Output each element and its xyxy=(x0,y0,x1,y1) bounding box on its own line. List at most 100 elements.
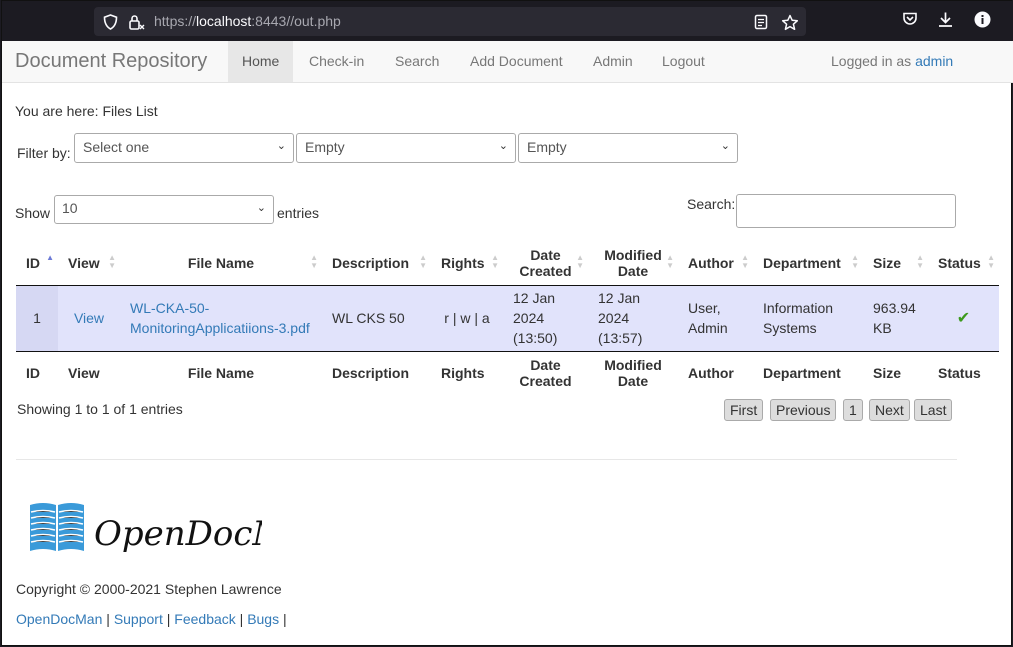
sort-icon: ▲ ▼ xyxy=(419,253,427,270)
cell-size: 963.94 KB xyxy=(873,300,916,336)
cell-description: WL CKS 50 xyxy=(332,310,405,326)
cell-view-link: View xyxy=(58,285,120,351)
entries-per-page-value: 10 xyxy=(62,200,78,216)
sort-icon: ▲ ▼ xyxy=(491,253,499,270)
copyright-text: Copyright © 2000-2021 Stephen Lawrence xyxy=(16,581,282,597)
menu-info-icon[interactable] xyxy=(974,11,991,28)
col-header-view[interactable]: View ▲ ▼ xyxy=(58,241,120,286)
cell-author: User, Admin xyxy=(688,300,728,336)
cell-rights: r | w | a xyxy=(444,310,490,326)
bookmark-star-icon[interactable] xyxy=(781,14,799,31)
chevron-down-icon: ⌄ xyxy=(276,140,286,152)
pagination-last-button[interactable]: Last xyxy=(914,399,953,421)
footer-author: Author xyxy=(678,350,753,395)
cell-status: ✔ xyxy=(928,285,999,351)
book-logo-icon: OpenDocMan xyxy=(30,503,329,554)
svg-text:OpenDocMan: OpenDocMan xyxy=(94,514,262,554)
sort-icon: ▲ ▼ xyxy=(741,253,749,270)
breadcrumb: You are here: Files List xyxy=(15,103,158,119)
col-header-modified-date[interactable]: Modified Date ▲ ▼ xyxy=(588,241,678,286)
cell-file-name: WL-CKA-50- MonitoringApplicatiions-3.pdf xyxy=(120,285,322,351)
nav-check-in[interactable]: Check-in xyxy=(309,41,364,82)
pagination-first-button[interactable]: First xyxy=(724,399,764,421)
download-icon[interactable] xyxy=(937,11,954,28)
col-header-file-name[interactable]: File Name ▲ ▼ xyxy=(120,241,322,286)
footer-description: Description xyxy=(322,350,431,395)
table-row: 1 View WL-CKA-50- MonitoringApplicatiions… xyxy=(16,285,999,351)
file-name-link[interactable]: WL-CKA-50- MonitoringApplicatiions-3.pdf xyxy=(130,300,310,336)
filter-select-value-2[interactable]: Empty ⌄ xyxy=(518,133,738,163)
table-info: Showing 1 to 1 of 1 entries xyxy=(17,401,183,417)
nav-add-document[interactable]: Add Document xyxy=(470,41,563,82)
footer-links: OpenDocMan | Support | Feedback | Bugs | xyxy=(16,611,287,627)
main-navbar: Document Repository Home Check-in Search… xyxy=(2,41,1013,83)
nav-home[interactable]: Home xyxy=(228,41,294,82)
pagination-previous-button[interactable]: Previous xyxy=(770,399,837,421)
footer-size: Size xyxy=(863,350,928,395)
footer-rights: Rights xyxy=(431,350,503,395)
col-header-rights[interactable]: Rights ▲ ▼ xyxy=(431,241,503,286)
footer-date-created: Date Created xyxy=(503,350,588,395)
cell-department: Information Systems xyxy=(763,300,834,336)
lock-icon[interactable] xyxy=(128,14,145,31)
cell-id: 1 xyxy=(16,285,58,351)
footer-modified-date: Modified Date xyxy=(588,350,678,395)
table-header-row: ID ▲ View ▲ ▼ File Name ▲ ▼ Description ▲ ▼ Rig… xyxy=(16,241,999,286)
col-header-author[interactable]: Author ▲ ▼ xyxy=(678,241,753,286)
sort-icon: ▲ ▼ xyxy=(576,253,584,270)
search-label: Search: xyxy=(687,196,736,212)
opendocman-logo: OpenDocMan xyxy=(30,501,329,566)
footer-view: View xyxy=(58,350,120,395)
filter-label: Filter by: xyxy=(17,145,71,161)
filter-select-value: Empty xyxy=(305,139,345,155)
chevron-down-icon: ⌄ xyxy=(720,140,730,152)
show-label: Show xyxy=(15,205,51,221)
entries-per-page-select[interactable]: 10 ⌄ xyxy=(54,195,274,224)
table-footer-row: ID View File Name Description Rights Dat… xyxy=(16,350,999,395)
chevron-down-icon: ⌄ xyxy=(498,140,508,152)
address-bar[interactable]: https://localhost:8443//out.php xyxy=(94,7,806,36)
logged-in-status: Logged in as admin xyxy=(831,41,953,82)
footer-link-feedback[interactable]: Feedback xyxy=(174,611,235,627)
col-header-description[interactable]: Description ▲ ▼ xyxy=(322,241,431,286)
entries-label: entries xyxy=(277,205,320,221)
col-header-size[interactable]: Size ▲ ▼ xyxy=(863,241,928,286)
footer-id: ID xyxy=(16,350,58,395)
filter-select-value-1[interactable]: Empty ⌄ xyxy=(296,133,516,163)
table-search-input[interactable] xyxy=(736,194,956,228)
footer-status: Status xyxy=(928,350,999,395)
sort-icon: ▲ ▼ xyxy=(310,253,318,270)
col-header-id[interactable]: ID ▲ xyxy=(16,241,58,286)
filter-select-value: Select one xyxy=(83,139,150,155)
nav-search[interactable]: Search xyxy=(395,41,439,82)
cell-modified-date: 12 Jan 2024 (13:57) xyxy=(598,290,643,346)
sort-icon: ▲ ▼ xyxy=(108,253,116,270)
col-header-status[interactable]: Status ▲ ▼ xyxy=(928,241,999,286)
col-header-date-created[interactable]: Date Created ▲ ▼ xyxy=(503,241,588,286)
pagination-next-button[interactable]: Next xyxy=(869,399,910,421)
footer-link-opendocman[interactable]: OpenDocMan xyxy=(16,611,102,627)
nav-admin[interactable]: Admin xyxy=(593,41,633,82)
sort-icon: ▲ ▼ xyxy=(851,253,859,270)
files-table: ID ▲ View ▲ ▼ File Name ▲ ▼ Description ▲ ▼ Rig… xyxy=(16,241,999,395)
footer-link-bugs[interactable]: Bugs xyxy=(247,611,279,627)
pagination-page-1-button[interactable]: 1 xyxy=(843,399,863,421)
cell-date-created: 12 Jan 2024 (13:50) xyxy=(513,290,558,346)
footer-department: Department xyxy=(753,350,863,395)
page-frame: https://localhost:8443//out.php Document… xyxy=(1,0,1013,646)
nav-logout[interactable]: Logout xyxy=(662,41,705,82)
shield-icon[interactable] xyxy=(103,14,118,30)
col-header-department[interactable]: Department ▲ ▼ xyxy=(753,241,863,286)
logged-in-user-link[interactable]: admin xyxy=(915,53,953,69)
reader-view-icon[interactable] xyxy=(754,14,768,30)
pocket-icon[interactable] xyxy=(902,11,918,27)
brand-title[interactable]: Document Repository xyxy=(15,50,207,73)
chevron-down-icon: ⌄ xyxy=(256,202,266,214)
view-link[interactable]: View xyxy=(74,310,104,326)
sort-icon: ▲ ▼ xyxy=(666,253,674,270)
url-text[interactable]: https://localhost:8443//out.php xyxy=(154,13,341,29)
footer-link-support[interactable]: Support xyxy=(114,611,163,627)
sort-icon: ▲ ▼ xyxy=(916,253,924,270)
filter-select-category[interactable]: Select one ⌄ xyxy=(74,133,294,163)
footer-file-name: File Name xyxy=(120,350,322,395)
